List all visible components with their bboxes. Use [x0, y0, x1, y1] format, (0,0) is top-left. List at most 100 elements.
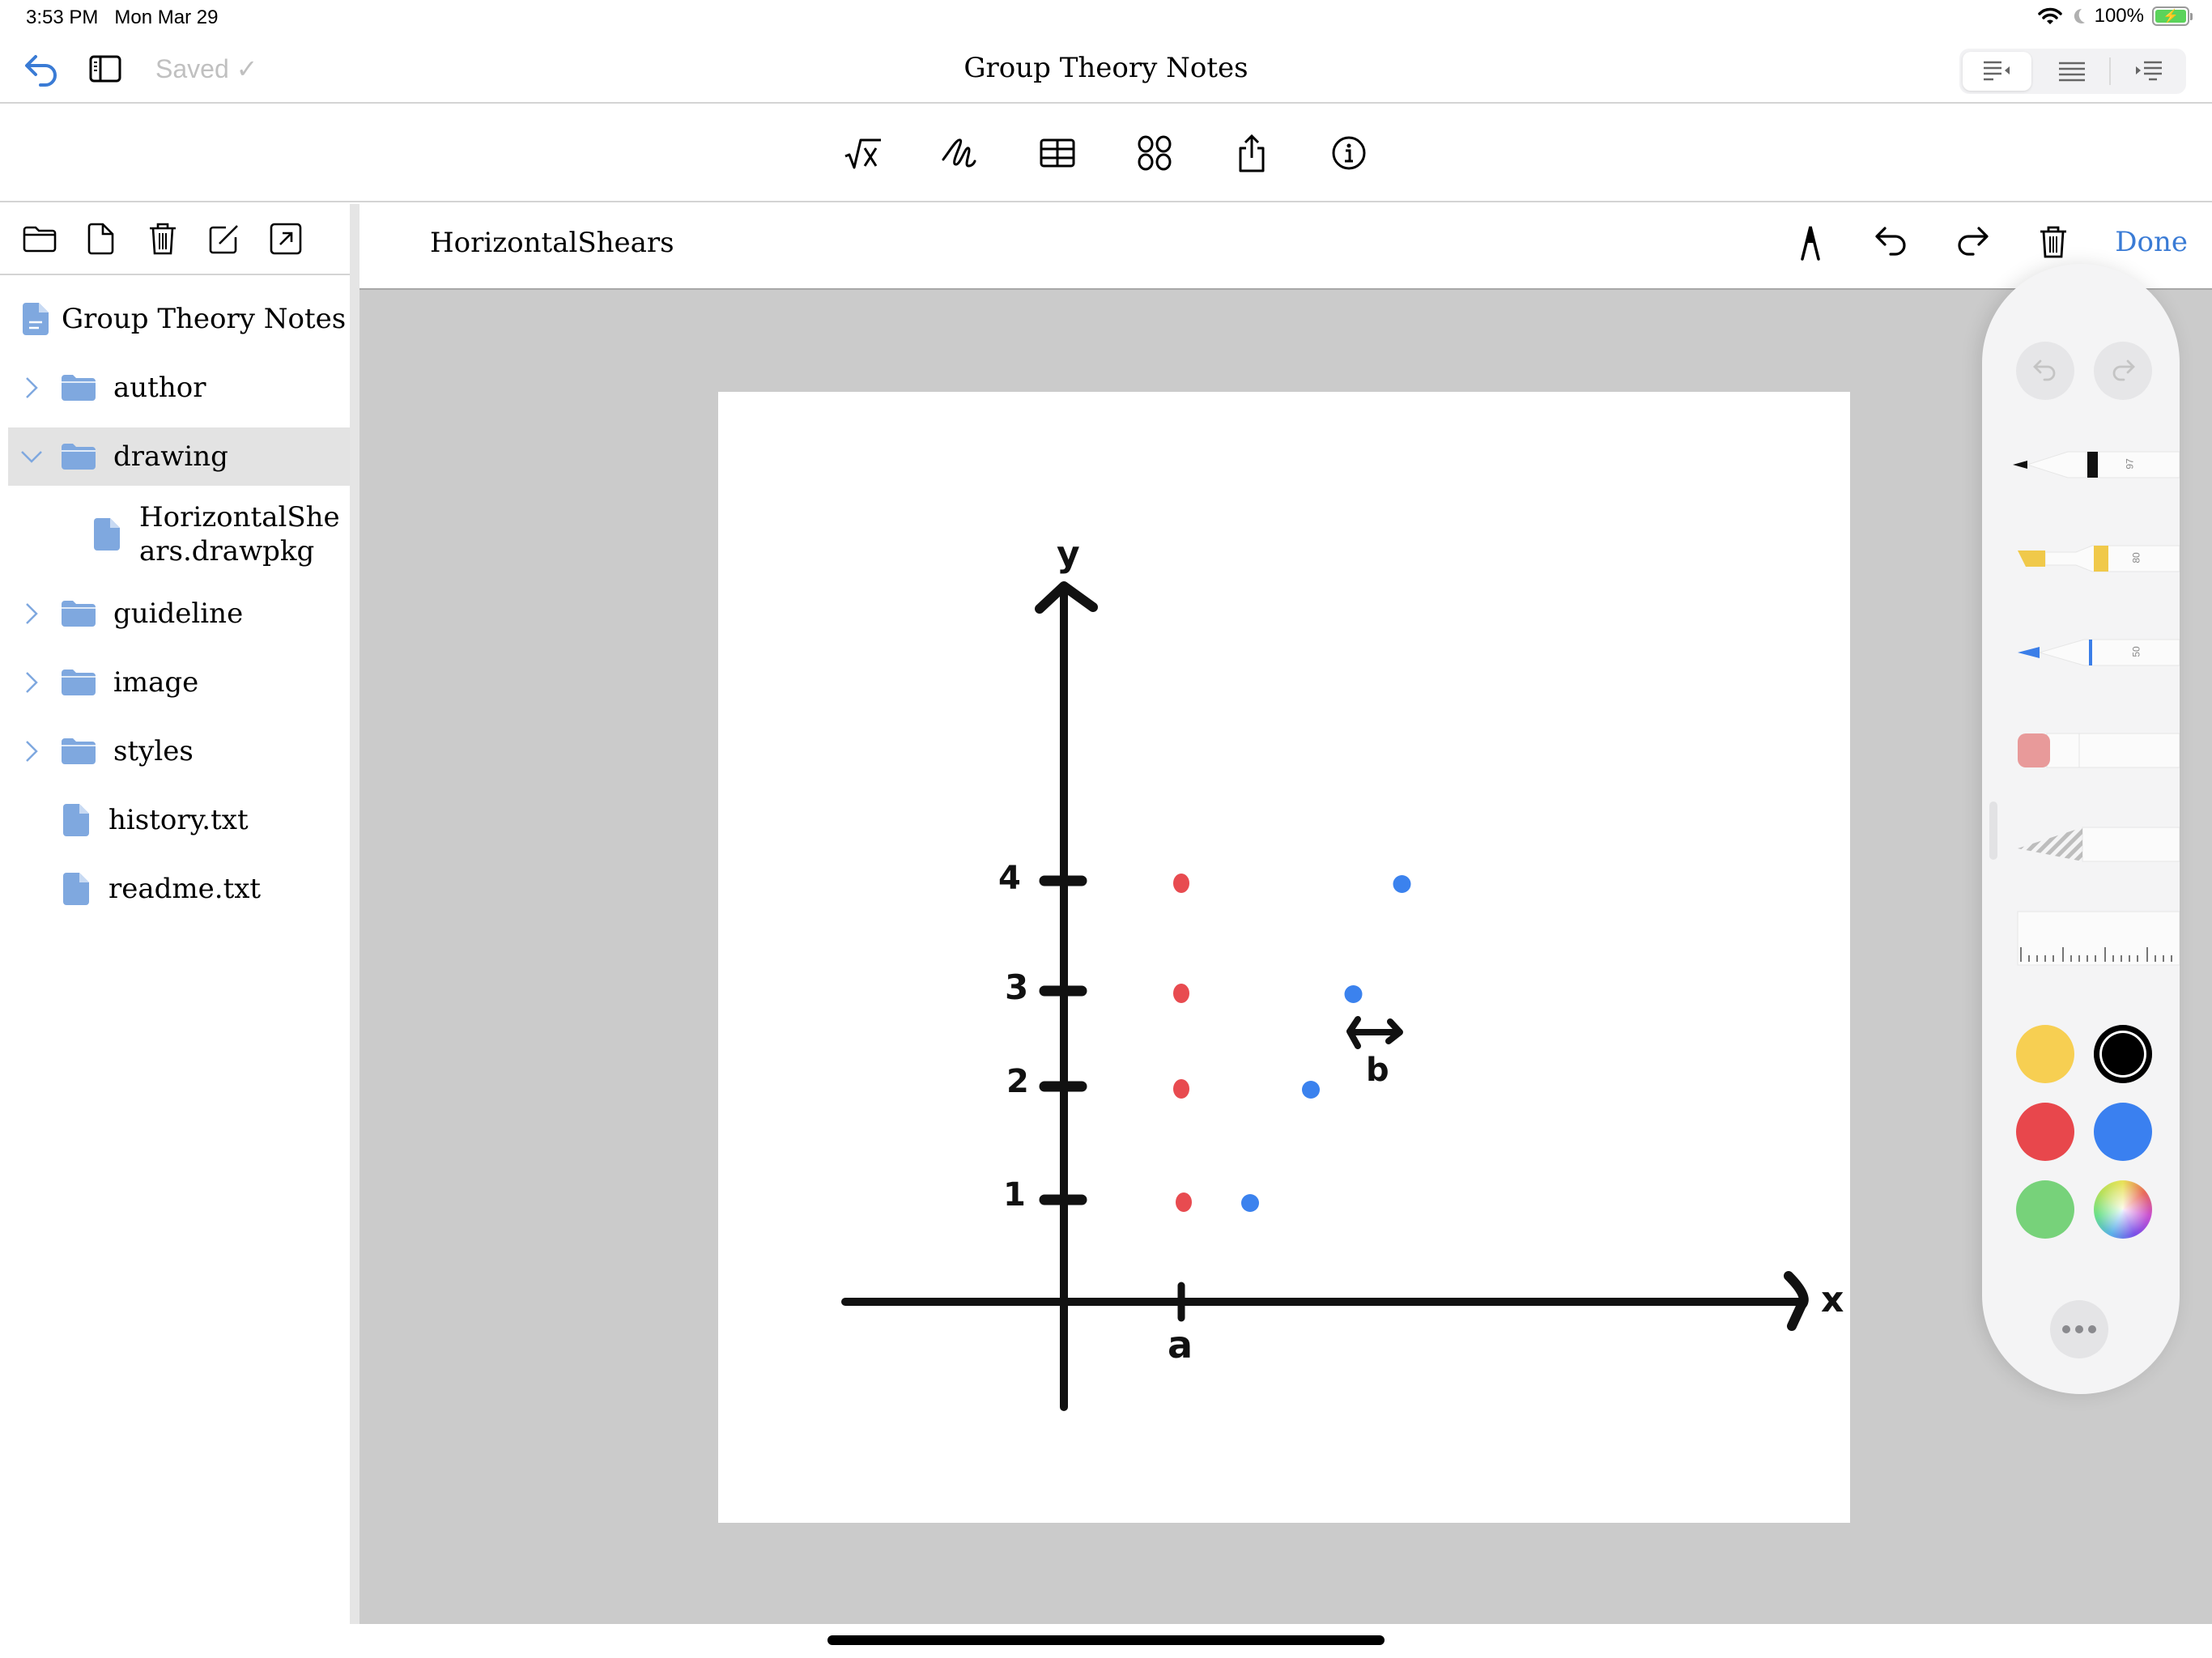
- file-icon: [94, 518, 120, 551]
- align-left-button[interactable]: [1963, 52, 2031, 91]
- done-button[interactable]: Done: [2115, 226, 2188, 258]
- table-icon: [1040, 138, 1075, 168]
- y-tick-label-4: 4: [998, 860, 1021, 897]
- clear-drawing-button[interactable]: [2034, 222, 2073, 262]
- pen-width-label: 97: [2124, 458, 2136, 470]
- new-folder-button[interactable]: [23, 222, 57, 256]
- chevron-right-icon[interactable]: [19, 376, 44, 400]
- tree-item-guideline[interactable]: guideline: [8, 585, 350, 643]
- blue-point-1: [1241, 1194, 1259, 1212]
- color-swatch-black-selected[interactable]: [2094, 1025, 2152, 1083]
- new-file-button[interactable]: [84, 222, 118, 256]
- chevron-right-icon[interactable]: [19, 739, 44, 763]
- status-indicators: 100% ⚡: [2037, 5, 2193, 28]
- ruler-icon: [2017, 911, 2180, 966]
- tree-item-readme-txt[interactable]: readme.txt: [8, 860, 350, 918]
- scribble-icon: [942, 138, 976, 168]
- folder-icon: [62, 375, 96, 401]
- chevron-down-icon[interactable]: [19, 444, 44, 469]
- alignment-divider: [2109, 57, 2112, 85]
- sidebar-scroll-gutter[interactable]: [350, 204, 359, 1624]
- tree-item-label: history.txt: [108, 804, 249, 836]
- info-icon: [1332, 136, 1366, 170]
- moon-icon: [2074, 8, 2085, 23]
- table-button[interactable]: [1038, 134, 1077, 172]
- ticks: [1039, 875, 1403, 1322]
- palette-redo-button[interactable]: [2094, 342, 2152, 400]
- tree-item-styles[interactable]: styles: [8, 722, 350, 780]
- marker-width-label: 80: [2130, 552, 2142, 563]
- delete-button[interactable]: [146, 222, 180, 256]
- tree-item-drawing[interactable]: drawing: [8, 427, 350, 486]
- color-swatch-blue[interactable]: [2094, 1103, 2152, 1161]
- tree-item-author[interactable]: author: [8, 359, 350, 417]
- drawing-canvas[interactable]: y x a b 1 2 3 4: [718, 392, 1850, 1523]
- document-icon: [23, 303, 49, 335]
- palette-undo-button[interactable]: [2016, 342, 2074, 400]
- tree-item-history-txt[interactable]: history.txt: [8, 791, 350, 849]
- align-right-icon: [2135, 61, 2162, 81]
- share-button[interactable]: [1232, 134, 1271, 172]
- tree-item-group-theory-notes[interactable]: Group Theory Notes: [8, 290, 350, 348]
- color-swatch-red[interactable]: [2016, 1103, 2074, 1161]
- redo-icon: [1958, 227, 1989, 256]
- pen-tool-button[interactable]: [1791, 222, 1830, 262]
- align-right-button[interactable]: [2114, 52, 2183, 91]
- folder-icon: [62, 444, 96, 470]
- tree-item-label-line1: HorizontalShe: [139, 501, 340, 534]
- y-tick-label-2: 2: [1006, 1063, 1029, 1100]
- tree-item-horizontalshears-drawpkg[interactable]: HorizontalShe ars.drawpkg: [8, 494, 350, 575]
- more-options-button[interactable]: [2050, 1300, 2108, 1358]
- tree-item-label: readme.txt: [108, 873, 262, 905]
- undo-icon: [2033, 359, 2056, 381]
- y-tick-label-3: 3: [1005, 967, 1028, 1007]
- lasso-tool[interactable]: [2011, 819, 2180, 868]
- open-external-button[interactable]: [269, 222, 303, 256]
- info-button[interactable]: [1329, 134, 1368, 172]
- alignment-segmented-control: [1959, 49, 2186, 94]
- tree-item-image[interactable]: image: [8, 653, 350, 712]
- shapes-button[interactable]: [1135, 134, 1174, 172]
- color-swatch-green[interactable]: [2016, 1180, 2074, 1239]
- chevron-right-icon[interactable]: [19, 670, 44, 695]
- red-point-3: [1173, 984, 1189, 1003]
- palette-drag-handle[interactable]: [1989, 801, 1997, 860]
- home-indicator[interactable]: [827, 1635, 1385, 1645]
- status-date-text: Mon Mar 29: [114, 6, 219, 28]
- scribble-button[interactable]: [941, 134, 980, 172]
- marker-tool[interactable]: 80: [2011, 534, 2180, 583]
- tree-item-label: drawing: [113, 440, 228, 473]
- pen-tool[interactable]: 97: [2011, 440, 2180, 489]
- x-axis-label: x: [1821, 1279, 1844, 1320]
- blue-point-4: [1393, 875, 1411, 893]
- tree-item-label: styles: [113, 735, 194, 767]
- redo-button[interactable]: [1953, 222, 1992, 262]
- pencil-tool[interactable]: 50: [2011, 628, 2180, 677]
- color-swatch-multicolor[interactable]: [2094, 1180, 2152, 1239]
- redo-icon: [2112, 359, 2135, 381]
- sidebar-actions: [0, 204, 350, 275]
- ruler-pen-icon: [1801, 226, 1820, 261]
- pencil-width-label: 50: [2130, 646, 2142, 657]
- pen-icon: [2013, 451, 2180, 478]
- status-time: 3:53 PM Mon Mar 29: [26, 6, 218, 29]
- folder-icon: [62, 670, 96, 695]
- marker-icon: [2018, 545, 2180, 572]
- shift-arrow: [1346, 1016, 1403, 1049]
- red-point-1: [1176, 1192, 1192, 1212]
- compose-icon: [209, 225, 238, 254]
- compose-button[interactable]: [207, 222, 241, 256]
- eraser-tool[interactable]: [2011, 725, 2180, 774]
- align-left-icon: [1984, 61, 2010, 81]
- battery-percent: 100%: [2094, 5, 2144, 27]
- more-icon-dot: [2062, 1325, 2070, 1333]
- ruler-tool[interactable]: [2011, 905, 2180, 970]
- align-justify-button[interactable]: [2038, 52, 2107, 91]
- chevron-right-icon[interactable]: [19, 602, 44, 626]
- math-formula-icon: [844, 138, 881, 169]
- tree-item-label: author: [113, 372, 206, 404]
- navigation-bar: Saved ✓ Group Theory Notes: [0, 32, 2212, 104]
- math-formula-button[interactable]: [844, 134, 883, 172]
- color-swatch-yellow[interactable]: [2016, 1025, 2074, 1083]
- undo-button[interactable]: [1872, 222, 1911, 262]
